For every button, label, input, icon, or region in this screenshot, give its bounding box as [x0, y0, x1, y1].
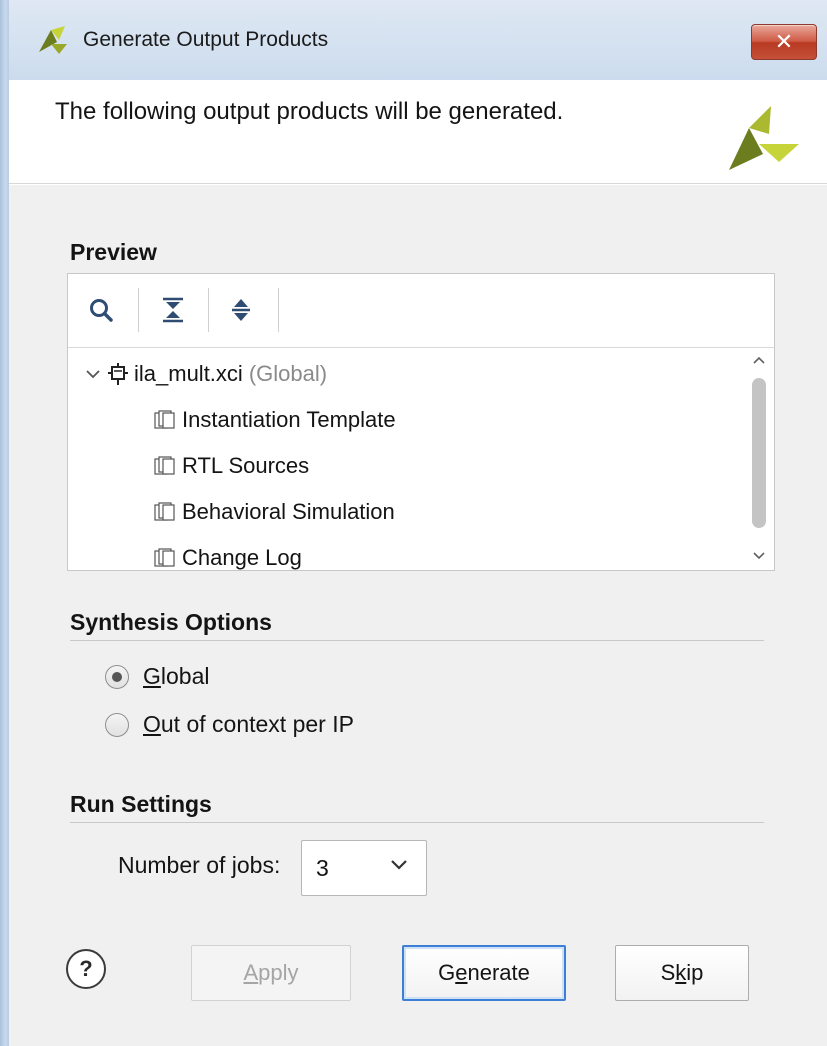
section-divider — [70, 822, 764, 823]
search-button[interactable] — [84, 293, 118, 327]
radio-out-of-context-per-ip[interactable]: Out of context per IP — [105, 711, 354, 738]
tree-scrollbar[interactable] — [744, 348, 774, 570]
collapse-all-button[interactable] — [156, 293, 190, 327]
tree-root-label: ila_mult.xci — [134, 361, 243, 386]
document-stack-icon — [154, 410, 175, 429]
help-icon: ? — [79, 956, 93, 981]
help-button[interactable]: ? — [66, 949, 106, 989]
jobs-value: 3 — [316, 854, 329, 881]
generate-output-products-dialog: Generate Output Products ✕ The following… — [0, 0, 827, 1046]
title-bar[interactable]: Generate Output Products ✕ — [9, 0, 827, 80]
radio-global-label: Global — [143, 663, 210, 689]
toolbar-separator — [208, 288, 209, 332]
expand-all-icon — [232, 299, 250, 321]
dialog-body: Preview ila_mult.xci (Global) Instantiat… — [9, 185, 827, 1046]
preview-toolbar — [68, 274, 774, 348]
document-stack-icon — [154, 456, 175, 475]
toolbar-separator — [278, 288, 279, 332]
tree-item-label: Instantiation Template — [182, 407, 396, 432]
expand-all-button[interactable] — [224, 293, 258, 327]
skip-button[interactable]: Skip — [615, 945, 749, 1001]
apply-label: Apply — [243, 960, 299, 985]
header-message: The following output products will be ge… — [55, 98, 564, 125]
chevron-down-icon — [391, 860, 407, 870]
preview-panel: ila_mult.xci (Global) Instantiation Temp… — [67, 273, 775, 571]
close-button[interactable]: ✕ — [751, 24, 817, 60]
tree-item-label: RTL Sources — [182, 453, 310, 478]
ip-core-icon — [108, 363, 128, 385]
generate-button[interactable]: Generate — [402, 945, 566, 1001]
run-settings-title: Run Settings — [70, 791, 212, 817]
scroll-down-button[interactable] — [749, 546, 769, 566]
chevron-up-icon — [753, 356, 765, 364]
header-panel: The following output products will be ge… — [9, 80, 827, 184]
skip-label: Skip — [660, 960, 704, 985]
number-of-jobs-select[interactable]: 3 — [301, 840, 427, 896]
tree-item-change-log[interactable]: Change Log — [68, 536, 744, 570]
preview-section-title: Preview — [70, 239, 157, 265]
tree-item-label: Behavioral Simulation — [182, 499, 395, 524]
toolbar-separator — [138, 288, 139, 332]
window-frame-edge — [0, 0, 9, 1046]
radio-global[interactable]: Global — [105, 663, 210, 690]
section-divider — [70, 640, 764, 641]
scroll-up-button[interactable] — [749, 350, 769, 370]
tree-item-behavioral-simulation[interactable]: Behavioral Simulation — [68, 490, 744, 534]
tree-root-scope: (Global) — [248, 361, 328, 386]
chevron-down-icon — [753, 552, 765, 560]
window-title: Generate Output Products — [83, 28, 329, 51]
tree-item-rtl-sources[interactable]: RTL Sources — [68, 444, 744, 488]
output-products-tree: ila_mult.xci (Global) Instantiation Temp… — [68, 348, 744, 570]
radio-button[interactable] — [105, 712, 129, 737]
vivado-app-icon — [37, 22, 71, 56]
search-icon — [90, 299, 113, 322]
synthesis-options-title: Synthesis Options — [70, 609, 272, 635]
collapse-all-icon — [163, 297, 183, 323]
tree-item-instantiation-template[interactable]: Instantiation Template — [68, 398, 744, 442]
vivado-logo-icon — [725, 98, 803, 176]
scrollbar-thumb[interactable] — [752, 378, 766, 528]
document-stack-icon — [154, 548, 175, 567]
chevron-down-icon[interactable] — [86, 369, 100, 379]
tree-root-node[interactable]: ila_mult.xci (Global) — [68, 352, 744, 396]
generate-label: Generate — [438, 960, 530, 985]
document-stack-icon — [154, 502, 175, 521]
radio-button-selected[interactable] — [105, 664, 129, 689]
tree-item-label: Change Log — [182, 545, 302, 570]
apply-button[interactable]: Apply — [191, 945, 351, 1001]
radio-ooc-label: Out of context per IP — [143, 711, 354, 737]
close-icon: ✕ — [774, 29, 794, 55]
number-of-jobs-label: Number of jobs: — [118, 852, 281, 878]
